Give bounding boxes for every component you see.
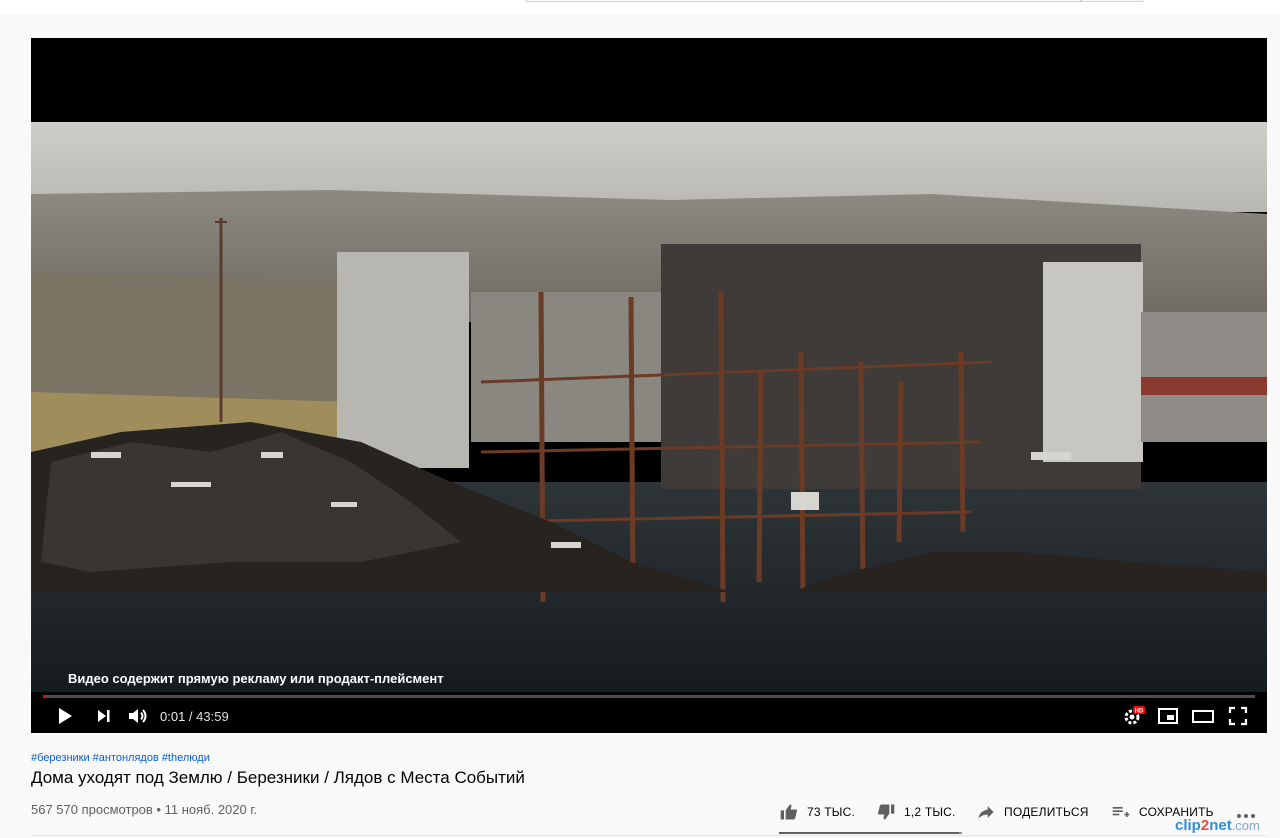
add-to-playlist-icon [1112,807,1130,817]
watermark-part: 2 [1200,817,1210,834]
watermark-part: net [1209,817,1232,834]
dislike-button[interactable]: 1,2 ТЫС. [876,798,956,826]
like-button[interactable]: 73 ТЫС. [779,798,855,826]
fullscreen-icon [1228,706,1248,726]
miniplayer-button[interactable] [1156,704,1180,728]
share-button[interactable]: ПОДЕЛИТЬСЯ [976,798,1089,826]
current-time: 0:01 [160,709,186,724]
time-separator: / [185,709,197,724]
settings-button[interactable]: HD [1121,704,1145,728]
share-icon [978,806,994,819]
hd-badge: HD [1135,709,1144,715]
video-frame[interactable] [31,122,1267,692]
view-count: 567 570 просмотров [31,802,153,817]
upload-date: 11 нояб. 2020 г. [164,802,258,817]
progress-bar[interactable] [43,695,1255,698]
video-title: Дома уходят под Землю / Березники / Лядо… [31,768,525,787]
theater-mode-button[interactable] [1191,704,1215,728]
hashtag-link[interactable]: #березники [31,752,90,764]
search-button[interactable] [1081,0,1143,2]
hashtag-list: #березники #антонлядов #thелюди [31,752,213,764]
share-label: ПОДЕЛИТЬСЯ [1004,805,1089,819]
search-input[interactable] [526,0,1081,2]
volume-button[interactable] [126,704,150,728]
hashtag-link[interactable]: #thелюди [162,752,210,764]
like-count: 73 ТЫС. [807,805,856,819]
time-display: 0:01 / 43:59 [160,709,229,724]
total-time: 43:59 [196,709,229,724]
video-player[interactable]: Видео содержит прямую рекламу или продак… [31,38,1267,733]
view-count-and-date: 567 570 просмотров • 11 нояб. 2020 г. [31,802,257,817]
theater-mode-icon [1192,710,1214,723]
dislike-count: 1,2 ТЫС. [904,805,956,819]
settings-gear-hd-icon: HD [1124,706,1145,725]
hashtag-link[interactable]: #антонлядов [93,752,159,764]
masthead [0,0,1280,14]
play-icon [59,708,72,724]
watermark-part: clip [1175,817,1201,834]
next-icon [98,710,110,722]
watermark-part: .com [1231,818,1260,833]
miniplayer-icon [1158,708,1178,724]
play-button[interactable] [53,704,77,728]
thumbs-down-icon [878,804,895,820]
watermark-logo: clip2net.com [1175,817,1260,834]
divider [31,835,1267,836]
ad-disclosure-text: Видео содержит прямую рекламу или продак… [68,671,444,686]
next-button[interactable] [92,704,116,728]
thumbs-up-icon [780,804,797,820]
fullscreen-button[interactable] [1226,704,1250,728]
player-controls: 0:01 / 43:59 HD [31,700,1267,733]
like-ratio-fill [779,832,960,834]
like-dislike-bar [779,832,962,834]
progress-bar-played [43,695,45,698]
meta-separator: • [152,802,165,817]
volume-icon [129,709,147,723]
